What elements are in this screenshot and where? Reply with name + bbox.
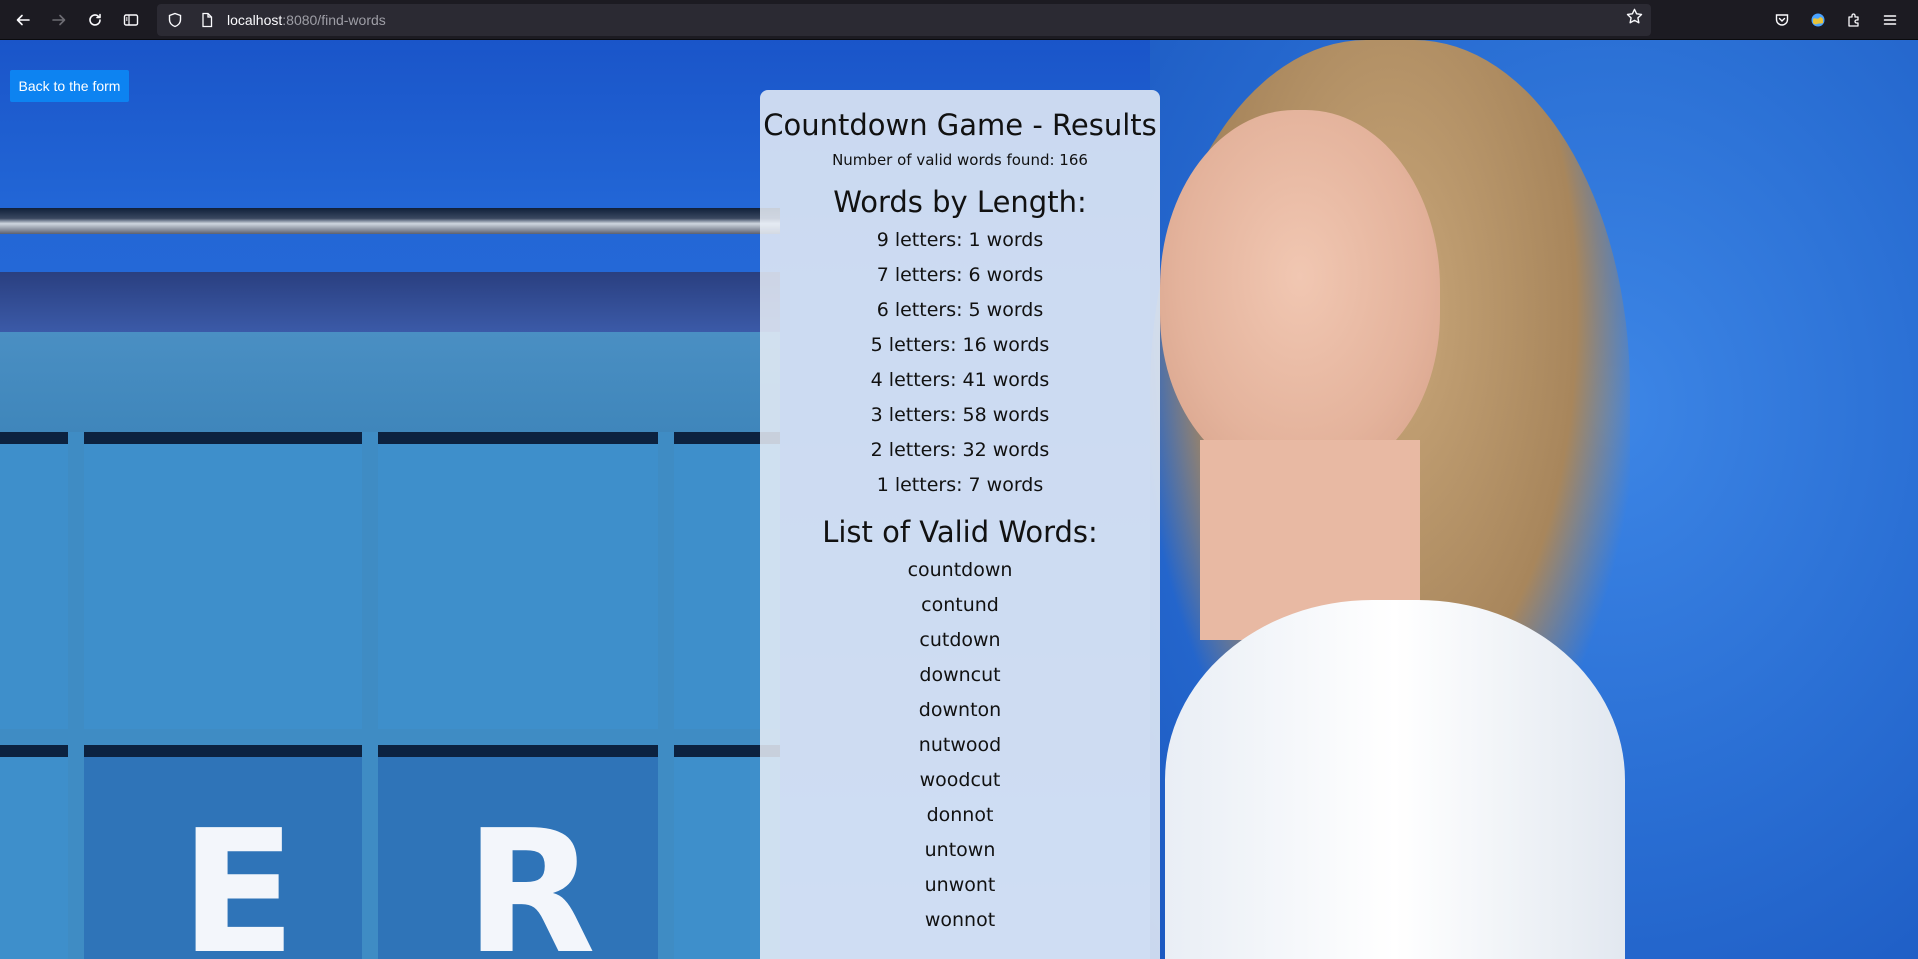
word-item: woodcut — [919, 768, 1001, 791]
page-title: Countdown Game - Results — [763, 108, 1157, 142]
board-tile — [84, 432, 362, 729]
presenter-face — [1160, 110, 1440, 480]
length-item: 3 letters: 58 words — [870, 403, 1050, 426]
word-item: untown — [924, 838, 996, 861]
word-item: wonnot — [924, 908, 996, 931]
board-tile — [0, 745, 68, 959]
board-tile — [378, 432, 658, 729]
star-icon[interactable] — [1626, 8, 1643, 29]
word-item: unwont — [924, 873, 996, 896]
tile-letter: R — [465, 794, 596, 959]
words-by-length-heading: Words by Length: — [833, 184, 1087, 219]
word-item: cutdown — [919, 628, 1001, 651]
url-bar[interactable]: localhost:8080/find-words — [157, 4, 1651, 36]
background-rail — [0, 208, 780, 234]
browser-toolbar: localhost:8080/find-words — [0, 0, 1918, 40]
url-host: localhost — [227, 12, 283, 28]
shield-icon[interactable] — [163, 12, 187, 28]
presenter-top — [1165, 600, 1625, 959]
word-item: contund — [921, 593, 999, 616]
results-panel: Countdown Game - Results Number of valid… — [760, 90, 1160, 959]
length-item: 5 letters: 16 words — [870, 333, 1050, 356]
page-icon — [195, 12, 219, 28]
length-item: 6 letters: 5 words — [876, 298, 1044, 321]
valid-words-heading: List of Valid Words: — [822, 514, 1098, 549]
length-item: 1 letters: 7 words — [876, 473, 1044, 496]
url-path: :8080/find-words — [282, 12, 386, 28]
word-item: downcut — [919, 663, 1001, 686]
word-item: nutwood — [918, 733, 1002, 756]
pocket-icon[interactable] — [1764, 2, 1800, 38]
background-board-top — [0, 332, 780, 432]
nav-buttons — [5, 2, 149, 38]
reload-icon[interactable] — [77, 2, 113, 38]
board-tile — [0, 432, 68, 729]
background-band — [0, 272, 780, 332]
toolbar-right — [1764, 2, 1908, 38]
puzzle-icon[interactable] — [1836, 2, 1872, 38]
url-text[interactable]: localhost:8080/find-words — [227, 12, 386, 28]
valid-count-text: Number of valid words found: 166 — [832, 150, 1088, 169]
word-item: downton — [918, 698, 1002, 721]
word-item: donnot — [926, 803, 994, 826]
tile-letter: E — [180, 794, 297, 959]
word-list: countdown contund cutdown downcut downto… — [760, 553, 1160, 938]
page-content: E R Back to the form Countdown Game - Re… — [0, 40, 1918, 959]
length-item: 2 letters: 32 words — [870, 438, 1050, 461]
arrow-right-icon[interactable] — [41, 2, 77, 38]
sidebar-icon[interactable] — [113, 2, 149, 38]
arrow-left-icon[interactable] — [5, 2, 41, 38]
word-item: countdown — [907, 558, 1013, 581]
length-item: 9 letters: 1 words — [876, 228, 1044, 251]
length-item: 7 letters: 6 words — [876, 263, 1044, 286]
length-list: 9 letters: 1 words 7 letters: 6 words 6 … — [760, 223, 1160, 503]
hamburger-menu-icon[interactable] — [1872, 2, 1908, 38]
back-to-form-button[interactable]: Back to the form — [10, 70, 129, 102]
account-icon[interactable] — [1800, 2, 1836, 38]
length-item: 4 letters: 41 words — [870, 368, 1050, 391]
